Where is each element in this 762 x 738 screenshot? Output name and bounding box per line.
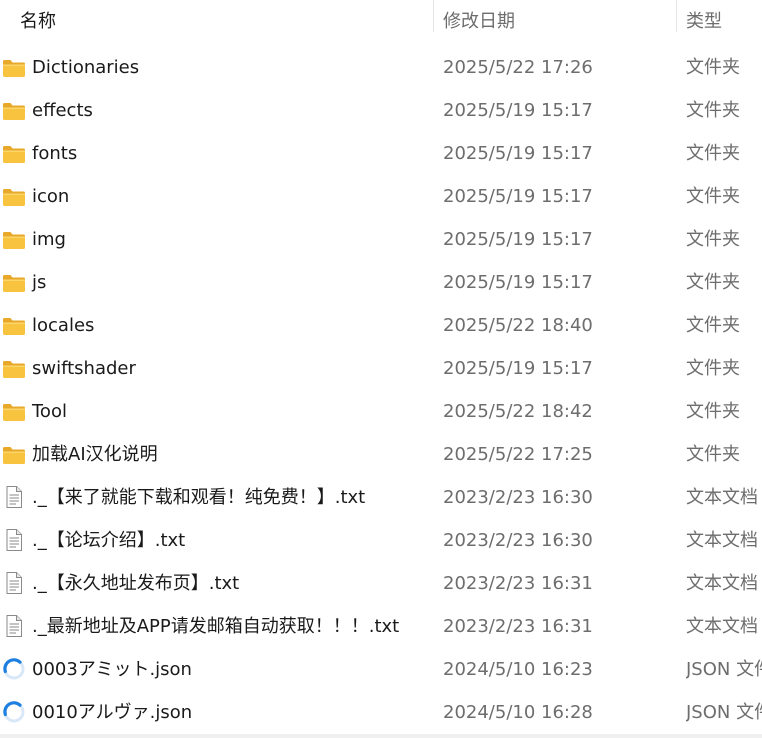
- folder-icon: [2, 229, 26, 251]
- file-date-modified: 2024/5/10 16:28: [443, 702, 593, 723]
- folder-icon: [2, 143, 26, 165]
- text-file-icon: [2, 485, 26, 508]
- text-file-icon: [2, 614, 26, 637]
- file-row[interactable]: img 2025/5/19 15:17 文件夹: [0, 218, 762, 261]
- file-name: locales: [32, 315, 95, 336]
- file-date-modified: 2024/5/10 16:23: [443, 659, 593, 680]
- column-header-bar: 名称 修改日期 类型: [0, 0, 762, 32]
- file-row[interactable]: 0010アルヴァ.json 2024/5/10 16:28 JSON 文件: [0, 691, 762, 734]
- folder-icon: [2, 272, 26, 294]
- file-date-modified: 2025/5/19 15:17: [443, 186, 593, 207]
- file-date-modified: 2023/2/23 16:31: [443, 616, 593, 637]
- folder-icon: [2, 315, 26, 337]
- text-file-icon: [2, 528, 26, 551]
- folder-icon: [2, 444, 26, 466]
- json-file-icon: [2, 657, 26, 680]
- folder-icon: [2, 186, 26, 208]
- file-name: js: [32, 272, 47, 293]
- file-row[interactable]: 加载AI汉化说明 2025/5/22 17:25 文件夹: [0, 433, 762, 476]
- file-date-modified: 2025/5/22 18:42: [443, 401, 593, 422]
- file-date-modified: 2023/2/23 16:30: [443, 487, 593, 508]
- file-row[interactable]: effects 2025/5/19 15:17 文件夹: [0, 89, 762, 132]
- file-name: ._【来了就能下载和观看！纯免费！】.txt: [32, 487, 366, 508]
- column-header-date-modified[interactable]: 修改日期: [433, 0, 676, 32]
- file-name: icon: [32, 186, 70, 207]
- file-type: 文件夹: [686, 401, 740, 422]
- file-row[interactable]: Tool 2025/5/22 18:42 文件夹: [0, 390, 762, 433]
- file-date-modified: 2023/2/23 16:30: [443, 530, 593, 551]
- file-type: 文件夹: [686, 229, 740, 250]
- file-type: 文件夹: [686, 315, 740, 336]
- file-type: JSON 文件: [686, 702, 762, 723]
- file-row[interactable]: Dictionaries 2025/5/22 17:26 文件夹: [0, 46, 762, 89]
- file-type: 文本文档: [686, 616, 758, 637]
- folder-icon: [2, 100, 26, 122]
- file-date-modified: 2025/5/19 15:17: [443, 143, 593, 164]
- file-type: 文件夹: [686, 444, 740, 465]
- file-name: 0003アミット.json: [32, 659, 192, 680]
- horizontal-scrollbar[interactable]: [0, 734, 762, 738]
- file-date-modified: 2025/5/19 15:17: [443, 100, 593, 121]
- file-row[interactable]: js 2025/5/19 15:17 文件夹: [0, 261, 762, 304]
- file-type: 文件夹: [686, 143, 740, 164]
- file-row[interactable]: ._【来了就能下载和观看！纯免费！】.txt 2023/2/23 16:30 文…: [0, 476, 762, 519]
- file-name: 0010アルヴァ.json: [32, 702, 193, 723]
- file-name: img: [32, 229, 66, 250]
- file-date-modified: 2023/2/23 16:31: [443, 573, 593, 594]
- folder-icon: [2, 57, 26, 79]
- file-type: 文件夹: [686, 358, 740, 379]
- folder-icon: [2, 358, 26, 380]
- column-header-type[interactable]: 类型: [676, 0, 762, 30]
- file-date-modified: 2025/5/19 15:17: [443, 272, 593, 293]
- file-row[interactable]: icon 2025/5/19 15:17 文件夹: [0, 175, 762, 218]
- file-date-modified: 2025/5/22 17:26: [443, 57, 593, 78]
- text-file-icon: [2, 571, 26, 594]
- file-type: 文本文档: [686, 573, 758, 594]
- file-name: ._【永久地址发布页】.txt: [32, 573, 240, 594]
- file-row[interactable]: 0003アミット.json 2024/5/10 16:23 JSON 文件: [0, 648, 762, 691]
- file-type: 文件夹: [686, 272, 740, 293]
- file-row[interactable]: ._最新地址及APP请发邮箱自动获取！！！.txt 2023/2/23 16:3…: [0, 605, 762, 648]
- column-header-name[interactable]: 名称: [10, 0, 432, 32]
- folder-icon: [2, 401, 26, 423]
- file-name: Tool: [32, 401, 67, 422]
- file-row[interactable]: ._【永久地址发布页】.txt 2023/2/23 16:31 文本文档: [0, 562, 762, 605]
- file-type: 文本文档: [686, 487, 758, 508]
- file-name: effects: [32, 100, 93, 121]
- file-date-modified: 2025/5/22 18:40: [443, 315, 593, 336]
- file-name: Dictionaries: [32, 57, 140, 78]
- file-name: ._【论坛介绍】.txt: [32, 530, 186, 551]
- file-row[interactable]: locales 2025/5/22 18:40 文件夹: [0, 304, 762, 347]
- json-file-icon: [2, 700, 26, 723]
- file-date-modified: 2025/5/19 15:17: [443, 229, 593, 250]
- file-row[interactable]: swiftshader 2025/5/19 15:17 文件夹: [0, 347, 762, 390]
- file-type: 文件夹: [686, 57, 740, 78]
- file-type: JSON 文件: [686, 659, 762, 680]
- file-name: ._最新地址及APP请发邮箱自动获取！！！.txt: [32, 616, 400, 637]
- file-row[interactable]: ._【论坛介绍】.txt 2023/2/23 16:30 文本文档: [0, 519, 762, 562]
- file-date-modified: 2025/5/22 17:25: [443, 444, 593, 465]
- file-name: 加载AI汉化说明: [32, 444, 158, 465]
- file-date-modified: 2025/5/19 15:17: [443, 358, 593, 379]
- file-row[interactable]: fonts 2025/5/19 15:17 文件夹: [0, 132, 762, 175]
- file-type: 文件夹: [686, 100, 740, 121]
- file-name: fonts: [32, 143, 78, 164]
- file-list: Dictionaries 2025/5/22 17:26 文件夹 effects…: [0, 46, 762, 734]
- file-type: 文本文档: [686, 530, 758, 551]
- file-name: swiftshader: [32, 358, 136, 379]
- file-type: 文件夹: [686, 186, 740, 207]
